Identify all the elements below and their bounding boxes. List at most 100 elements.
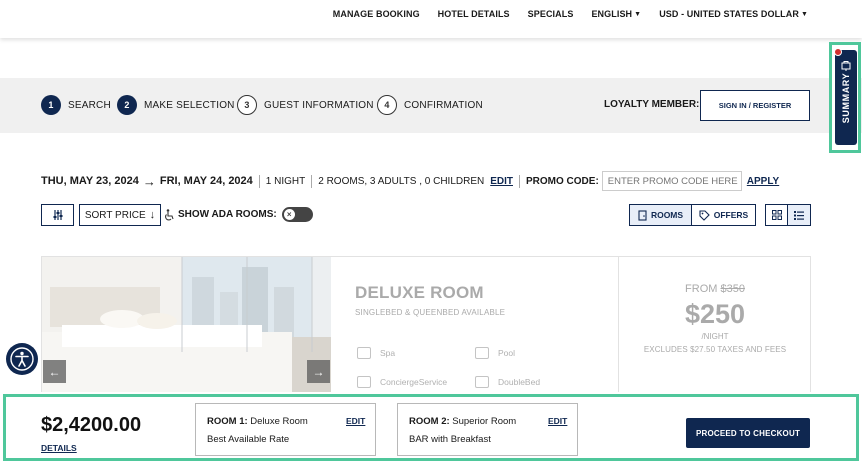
concierge-icon [357, 376, 371, 388]
cart-room-title: ROOM 1: Deluxe Room [207, 416, 308, 427]
nav-specials[interactable]: SPECIALS [528, 9, 574, 19]
wheelchair-icon [165, 208, 174, 220]
step-number: 1 [41, 95, 61, 115]
divider [519, 174, 520, 188]
ada-rooms-toggle-group: SHOW ADA ROOMS: × [164, 207, 313, 222]
booking-page: MANAGE BOOKING HOTEL DETAILS SPECIALS EN… [0, 0, 862, 464]
tab-rooms[interactable]: ROOMS [629, 204, 692, 226]
grid-view-button[interactable] [765, 204, 788, 226]
checkin-date: THU, MAY 23, 2024 [41, 175, 139, 187]
accessibility-button[interactable] [6, 343, 38, 375]
step-number: 3 [237, 95, 257, 115]
language-label: ENGLISH [591, 9, 633, 19]
amenity-label: ConciergeService [380, 377, 448, 387]
layout-toggle [765, 204, 811, 226]
step-search[interactable]: 1 SEARCH [41, 95, 111, 115]
promo-code-input[interactable] [601, 171, 742, 191]
cart-total: $2,4200.00 [41, 414, 142, 436]
pool-icon [475, 347, 489, 359]
tab-offers[interactable]: OFFERS [692, 204, 756, 226]
amenity-pool: Pool [475, 347, 515, 359]
step-guest-information: 3 GUEST INFORMATION [237, 95, 374, 115]
accessibility-icon [10, 347, 34, 371]
bell-icon [841, 61, 851, 71]
summary-tab[interactable]: SUMMARY [835, 50, 857, 145]
language-select[interactable]: ENGLISH ▼ [591, 9, 641, 19]
promo-code-label: PROMO CODE: [526, 175, 599, 187]
cart-details-link[interactable]: DETAILS [41, 443, 77, 453]
list-icon [794, 210, 804, 220]
spa-icon [357, 347, 371, 359]
cart-bar: $2,4200.00 DETAILS ROOM 1: Deluxe Room E… [0, 392, 862, 464]
room-price: $250 [684, 299, 746, 329]
room-bed-types: SINGLEBED & QUEENBED AVAILABLE [355, 308, 506, 317]
loyalty-label: LOYALTY MEMBER: [604, 99, 700, 110]
list-view-button[interactable] [788, 204, 811, 226]
guests-summary: 2 ROOMS, 3 ADULTS , 0 CHILDREN [318, 175, 485, 187]
arrow-down-icon: ↓ [149, 209, 156, 221]
carousel-next-button[interactable]: → [307, 360, 330, 383]
room-title: DELUXE ROOM [355, 283, 484, 302]
sign-in-register-button[interactable]: SIGN IN / REGISTER [700, 90, 810, 121]
currency-select[interactable]: USD - UNITED STATES DOLLAR ▼ [659, 9, 808, 19]
summary-label: SUMMARY [841, 72, 851, 124]
edit-search-link[interactable]: EDIT [490, 176, 513, 187]
edit-room-1-link[interactable]: EDIT [346, 416, 365, 426]
from-label: FROM [685, 283, 718, 295]
amenity-label: Pool [498, 348, 516, 358]
amenity-double-bed: DoubleBed [475, 376, 540, 388]
nav-hotel-details[interactable]: HOTEL DETAILS [438, 9, 510, 19]
room-info: DELUXE ROOM SINGLEBED & QUEENBED AVAILAB… [355, 283, 505, 317]
cart-room-rate: BAR with Breakfast [409, 434, 491, 445]
divider [311, 174, 313, 188]
step-label: MAKE SELECTION [144, 99, 235, 111]
door-icon [638, 209, 647, 221]
amenity-label: Spa [380, 348, 396, 358]
nights-count: 1 NIGHT [265, 175, 306, 187]
cart-room-name: Deluxe Room [247, 416, 308, 427]
edit-room-2-link[interactable]: EDIT [548, 416, 567, 426]
step-label: GUEST INFORMATION [264, 99, 374, 111]
divider [258, 174, 260, 188]
view-type-tabs: ROOMS OFFERS [629, 204, 756, 226]
step-label: SEARCH [68, 99, 111, 111]
ada-label: SHOW ADA ROOMS: [178, 209, 277, 220]
tab-offers-label: OFFERS [713, 210, 749, 220]
amenity-concierge: ConciergeService [357, 376, 447, 388]
arrow-right-icon: → [142, 173, 156, 189]
caret-down-icon: ▼ [800, 11, 808, 18]
nav-manage-booking[interactable]: MANAGE BOOKING [333, 9, 420, 19]
summary-tab-highlight: SUMMARY [829, 42, 861, 153]
bed-icon [475, 376, 489, 388]
cart-room-label: ROOM 2: [409, 416, 450, 427]
notification-dot [834, 48, 842, 56]
carousel-prev-button[interactable]: ← [43, 360, 66, 383]
from-price: FROM $350 [619, 283, 811, 295]
taxes-note: EXCLUDES $27.50 TAXES AND FEES [643, 345, 787, 354]
amenity-label: DoubleBed [498, 377, 541, 387]
step-label: CONFIRMATION [404, 99, 483, 111]
sliders-icon [53, 210, 62, 220]
sort-price-button[interactable]: SORT PRICE ↓ [79, 204, 161, 226]
step-make-selection: 2 MAKE SELECTION [117, 95, 235, 115]
cart-room-label: ROOM 1: [207, 416, 248, 427]
room-card: ← → DELUXE ROOM SINGLEBED & QUEENBED AVA… [41, 256, 811, 397]
step-number: 2 [117, 95, 137, 115]
sort-label: SORT PRICE [84, 209, 146, 221]
proceed-to-checkout-button[interactable]: PROCEED TO CHECKOUT [686, 418, 810, 448]
cart-room-1: ROOM 1: Deluxe Room EDIT Best Available … [195, 403, 376, 456]
caret-down-icon: ▼ [634, 11, 642, 18]
room-photo: ← → [42, 257, 331, 397]
cart-room-title: ROOM 2: Superior Room [409, 416, 516, 427]
price-box: FROM $350 $250 /NIGHT EXCLUDES $27.50 TA… [618, 257, 811, 397]
search-summary: THU, MAY 23, 2024 → FRI, MAY 24, 2024 1 … [41, 171, 779, 191]
cart-room-name: Superior Room [449, 416, 517, 427]
ada-toggle[interactable]: × [281, 207, 313, 222]
currency-label: USD - UNITED STATES DOLLAR [659, 9, 799, 19]
grid-icon [771, 210, 782, 220]
tab-rooms-label: ROOMS [650, 210, 684, 220]
apply-promo-link[interactable]: APPLY [747, 176, 779, 187]
amenity-spa: Spa [357, 347, 395, 359]
tag-icon [699, 209, 710, 221]
filter-button[interactable] [41, 204, 74, 226]
